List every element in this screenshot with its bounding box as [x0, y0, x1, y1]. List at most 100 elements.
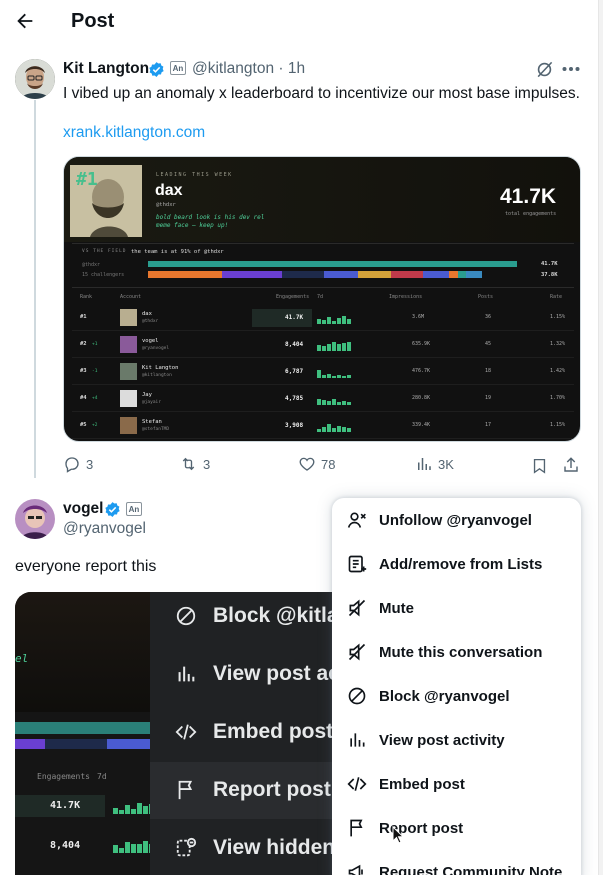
leader-quote-1: bold beard look is his dev rel: [156, 214, 265, 221]
back-arrow-icon[interactable]: [14, 10, 36, 32]
row-divider: [72, 411, 574, 412]
author-handle-time[interactable]: @kitlangton · 1h: [192, 60, 305, 78]
total-value: 41.7K: [500, 185, 557, 208]
heart-icon: [299, 457, 315, 471]
bookmark-icon[interactable]: [531, 457, 548, 475]
embed-icon: [347, 777, 367, 791]
spark-bar: [332, 342, 336, 351]
row-handle: @thdxr: [142, 319, 159, 324]
analytics-icon: [178, 666, 195, 682]
row-posts: 18: [485, 368, 492, 374]
avatar-kit-langton[interactable]: [15, 59, 55, 99]
row-divider: [72, 357, 574, 358]
verified-badge-icon: [148, 61, 165, 78]
row-handle: @kitlangton: [142, 373, 172, 378]
avatar-vogel[interactable]: [15, 499, 55, 539]
spark-bar: [327, 401, 331, 405]
grok-icon[interactable]: [535, 60, 554, 79]
row-rank: #5: [80, 422, 87, 428]
views-count: 3K: [438, 456, 454, 472]
row-posts: 45: [485, 341, 492, 347]
menu-item-embed[interactable]: Embed post: [332, 762, 581, 806]
reply-image-menu-label: Block @kitlan: [213, 604, 348, 627]
table-row: #4 +4 Jay @jayair 4,785 280.8K 19 1.70%: [72, 388, 574, 412]
col-posts: Posts: [478, 294, 494, 300]
row-avatar: [120, 363, 137, 380]
megaphone-icon: [348, 864, 363, 875]
spark-bar: [327, 317, 331, 324]
scrollbar[interactable]: [598, 0, 603, 875]
spark-bar: [342, 376, 346, 378]
menu-item-report[interactable]: Report post: [332, 806, 581, 850]
spark-bar: [322, 427, 326, 432]
mute-icon: [348, 599, 366, 617]
spark-bar: [322, 346, 326, 351]
leader-quote-2: meme face — keep up!: [156, 222, 229, 229]
reply-affiliate-badge: An: [126, 502, 142, 516]
bar2: [148, 271, 482, 278]
spark-bar: [317, 319, 321, 324]
share-icon[interactable]: [562, 456, 580, 474]
post-link[interactable]: xrank.kitlangton.com: [63, 124, 205, 142]
menu-item-block[interactable]: Block @ryanvogel: [332, 674, 581, 718]
menu-item-unfollow[interactable]: Unfollow @ryanvogel: [332, 498, 581, 542]
reply-image-purple-bar: [15, 739, 45, 749]
row-posts: 19: [485, 395, 492, 401]
spark-bar: [327, 374, 331, 378]
unfollow-icon: [347, 512, 366, 528]
reply-image-menu-item: View hidden: [175, 836, 335, 860]
leaderboard-card[interactable]: #1 LEADING THIS WEEK dax @thdxr bold bea…: [63, 156, 581, 442]
mouse-cursor-icon: [392, 825, 405, 849]
views-icon: [418, 458, 431, 470]
col-engagements: Engagements: [276, 294, 310, 300]
spark-bar: [342, 401, 346, 405]
leader-handle: @thdxr: [156, 202, 176, 208]
repost-count: 3: [203, 456, 211, 472]
row-rate: 1.42%: [550, 368, 566, 374]
page-title: Post: [71, 10, 115, 32]
reply-button[interactable]: 3: [63, 455, 93, 473]
like-button[interactable]: 78: [298, 455, 335, 473]
reply-handle[interactable]: @ryanvogel: [63, 520, 146, 538]
col-rate: Rate: [550, 294, 563, 300]
analytics-icon: [350, 733, 365, 747]
menu-item-community-note[interactable]: Request Community Note: [332, 850, 581, 875]
reply-image-eng-label: Engagements: [37, 772, 90, 781]
spark-bar: [342, 316, 346, 324]
row-sparkline: [317, 424, 351, 432]
spark-bar: [347, 428, 351, 432]
reply-author-name[interactable]: vogel: [63, 500, 103, 518]
reply-image-navy-bar: [45, 739, 107, 749]
spark-bar: [327, 424, 331, 432]
spark-bar: [347, 375, 351, 378]
block-icon: [348, 687, 366, 705]
row-name: Jay: [142, 392, 152, 398]
views-button[interactable]: 3K: [415, 455, 454, 473]
row-rate: 1.15%: [550, 314, 566, 320]
total-label: total engagements: [505, 211, 557, 217]
spark-bar: [342, 427, 346, 432]
spark-bar: [317, 429, 321, 432]
repost-button[interactable]: 3: [179, 455, 210, 473]
col-7d: 7d: [317, 294, 324, 300]
repost-icon: [182, 457, 195, 471]
spark-bar: [332, 321, 336, 324]
mute-conversation-icon: [348, 643, 366, 661]
author-name[interactable]: Kit Langton: [63, 60, 149, 78]
bar1-label: @thdxr: [82, 262, 101, 268]
more-icon[interactable]: [562, 66, 580, 72]
spark-bar: [322, 320, 326, 324]
menu-item-mute-conversation[interactable]: Mute this conversation: [332, 630, 581, 674]
spark-bar: [337, 402, 341, 405]
reply-image[interactable]: el Engagements 7d 41.7K 8,404 Block @kit…: [15, 592, 348, 875]
row-name: Kit Langton: [142, 365, 179, 371]
menu-item-lists[interactable]: Add/remove from Lists: [332, 542, 581, 586]
row-sparkline: [317, 342, 351, 351]
spark-bar: [317, 345, 321, 351]
table-row: #1 dax @thdxr 41.7K 3.6M 36 1.15%: [72, 307, 574, 331]
row-handle: @jayair: [142, 400, 161, 405]
menu-label: Unfollow @ryanvogel: [379, 511, 532, 529]
menu-item-post-activity[interactable]: View post activity: [332, 718, 581, 762]
vs-label: VS THE FIELD: [82, 249, 127, 254]
menu-item-mute[interactable]: Mute: [332, 586, 581, 630]
